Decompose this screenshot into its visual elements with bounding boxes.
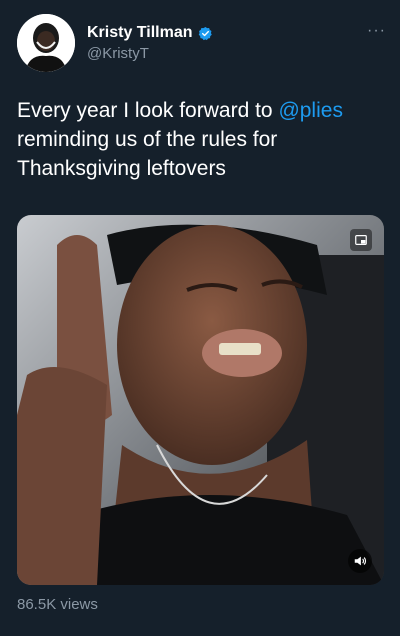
tweet-text: Every year I look forward to @plies remi… (17, 96, 387, 183)
user-handle[interactable]: @KristyT (87, 45, 149, 62)
tweet-text-start: Every year I look forward to (17, 99, 279, 122)
video-player[interactable] (17, 215, 384, 585)
tweet-header: Kristy Tillman @KristyT ··· (17, 14, 386, 74)
avatar-image (17, 14, 75, 72)
view-count: 86.5K views (17, 596, 98, 613)
volume-icon[interactable] (348, 549, 372, 573)
picture-in-picture-icon[interactable] (350, 229, 372, 251)
verified-badge-icon (198, 26, 213, 41)
tweet-card: Kristy Tillman @KristyT ··· Every year I… (0, 0, 400, 636)
more-options-icon[interactable]: ··· (367, 22, 386, 40)
video-frame (17, 215, 384, 585)
tweet-text-end: reminding us of the rules for Thanksgivi… (17, 128, 278, 180)
avatar[interactable] (17, 14, 75, 72)
display-name[interactable]: Kristy Tillman (87, 24, 193, 42)
name-row: Kristy Tillman (87, 24, 213, 42)
mention-link[interactable]: @plies (278, 99, 343, 122)
